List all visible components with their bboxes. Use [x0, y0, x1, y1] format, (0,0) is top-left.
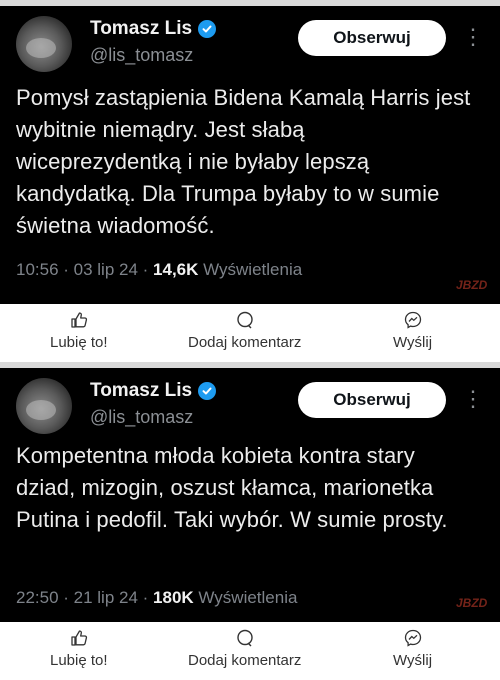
post-meta: 10:56 · 03 lip 24 · 14,6K Wyświetlenia [16, 260, 302, 280]
more-options-icon[interactable]: ⋮ [462, 386, 484, 414]
author-name[interactable]: Tomasz Lis [90, 380, 217, 402]
author-name-text: Tomasz Lis [90, 18, 193, 39]
comment-button[interactable]: Dodaj komentarz [188, 310, 301, 351]
author-name[interactable]: Tomasz Lis [90, 18, 217, 40]
messenger-icon [404, 311, 421, 329]
post-card-1: Tomasz Lis @lis_tomasz Obserwuj ⋮ Pomysł… [0, 6, 500, 304]
verified-badge-icon [198, 20, 217, 38]
verified-badge-icon [198, 382, 217, 400]
comment-icon [236, 311, 253, 329]
like-button[interactable]: Lubię to! [50, 628, 108, 669]
follow-button[interactable]: Obserwuj [298, 382, 446, 418]
post-timestamp: 10:56 · 03 lip 24 · [16, 260, 154, 279]
comment-icon [236, 629, 253, 647]
comment-button[interactable]: Dodaj komentarz [188, 628, 301, 669]
post-text: Kompetentna młoda kobieta kontra stary d… [16, 443, 448, 532]
messenger-icon [404, 629, 421, 647]
author-handle[interactable]: @lis_tomasz [90, 407, 193, 428]
avatar[interactable] [16, 378, 72, 434]
post-text: Pomysł zastąpienia Bidena Kamalą Harris … [16, 85, 471, 238]
share-label: Wyślij [393, 652, 433, 669]
like-button[interactable]: Lubię to! [50, 310, 108, 351]
views-label: Wyświetlenia [193, 588, 298, 607]
comment-label: Dodaj komentarz [188, 652, 302, 669]
views-count: 14,6K [153, 260, 199, 279]
follow-button[interactable]: Obserwuj [298, 20, 446, 56]
share-button[interactable]: Wyślij [393, 310, 432, 351]
watermark-logo: JBZD [456, 278, 488, 292]
like-label: Lubię to! [50, 652, 108, 669]
avatar[interactable] [16, 16, 72, 72]
post-meta: 22:50 · 21 lip 24 · 180K Wyświetlenia [16, 588, 297, 608]
like-label: Lubię to! [50, 334, 108, 351]
watermark-logo: JBZD [456, 596, 488, 610]
thumbs-up-icon [71, 630, 87, 646]
more-options-icon[interactable]: ⋮ [462, 24, 484, 52]
views-label: Wyświetlenia [198, 260, 303, 279]
thumbs-up-icon [71, 312, 87, 328]
share-button[interactable]: Wyślij [393, 628, 432, 669]
views-count: 180K [153, 588, 194, 607]
author-handle[interactable]: @lis_tomasz [90, 45, 193, 66]
action-bar-2: Lubię to! Dodaj komentarz Wyślij [0, 622, 500, 680]
post-timestamp: 22:50 · 21 lip 24 · [16, 588, 154, 607]
post-card-2: Tomasz Lis @lis_tomasz Obserwuj ⋮ Kompet… [0, 368, 500, 622]
author-name-text: Tomasz Lis [90, 380, 193, 401]
action-bar-1: Lubię to! Dodaj komentarz Wyślij [0, 304, 500, 362]
comment-label: Dodaj komentarz [188, 334, 302, 351]
share-label: Wyślij [393, 334, 433, 351]
